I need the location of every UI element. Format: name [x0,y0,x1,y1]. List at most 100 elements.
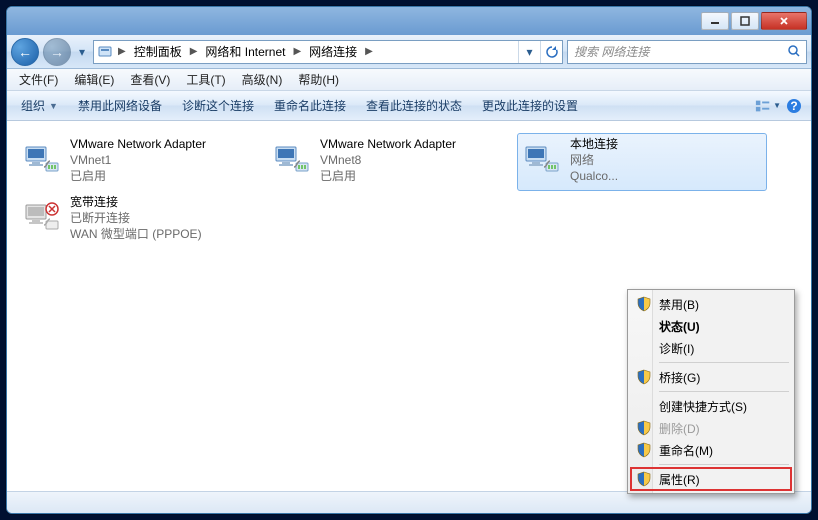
menu-tools[interactable]: 工具(T) [178,69,233,90]
maximize-icon [740,16,750,26]
shield-icon [636,420,652,436]
breadcrumb-sep-icon: ▶ [363,46,375,57]
search-box[interactable]: 搜索 网络连接 [567,40,807,64]
change-settings-button[interactable]: 更改此连接的设置 [472,93,588,118]
connection-text: VMware Network AdapterVMnet1已启用 [70,136,206,188]
close-icon [779,16,789,26]
breadcrumb-sep-icon: ▶ [188,46,200,57]
toolbar-label: 禁用此网络设备 [78,97,162,114]
connection-item[interactable]: VMware Network AdapterVMnet8已启用 [267,133,517,191]
navigation-bar: ← → ▾ ▶ 控制面板 ▶ 网络和 Internet ▶ 网络连接 ▶ ▾ 搜… [7,35,811,69]
context-menu: 禁用(B) 状态(U) 诊断(I) 桥接(G) 创建快捷方式(S) 删除(D) 重命名(M)… [627,289,795,494]
context-menu-separator [659,362,789,363]
network-adapter-icon [270,136,314,180]
shield-icon [636,442,652,458]
context-menu-label: 重命名(M) [659,442,713,459]
connection-line3: 已启用 [320,168,456,184]
chevron-down-icon: ▼ [773,101,781,110]
connection-title: VMware Network Adapter [320,136,456,152]
view-options-button[interactable]: ▼ [755,94,781,118]
menu-edit[interactable]: 编辑(E) [66,69,122,90]
close-button[interactable] [761,12,807,30]
status-bar [7,491,811,513]
breadcrumb-item[interactable]: 网络连接 [303,41,363,63]
context-menu-label: 桥接(G) [659,369,700,386]
context-menu-item[interactable]: 诊断(I) [631,337,791,359]
forward-button[interactable]: → [43,38,71,66]
arrow-right-icon: → [50,44,64,60]
history-dropdown[interactable]: ▾ [75,42,89,62]
connection-line3: 已启用 [70,168,206,184]
address-dropdown[interactable]: ▾ [518,41,540,63]
context-menu-separator [659,391,789,392]
context-menu-item[interactable]: 创建快捷方式(S) [631,395,791,417]
context-menu-label: 状态(U) [659,318,700,335]
context-menu-label: 删除(D) [659,420,700,437]
connection-item[interactable]: 宽带连接已断开连接WAN 微型端口 (PPPOE) [17,191,267,249]
search-icon [786,45,802,58]
connection-text: VMware Network AdapterVMnet8已启用 [320,136,456,188]
back-button[interactable]: ← [11,38,39,66]
context-menu-item[interactable]: 桥接(G) [631,366,791,388]
menu-view[interactable]: 查看(V) [122,69,178,90]
refresh-button[interactable] [540,41,562,63]
breadcrumb-sep-icon: ▶ [291,46,303,57]
explorer-window: ← → ▾ ▶ 控制面板 ▶ 网络和 Internet ▶ 网络连接 ▶ ▾ 搜… [6,6,812,514]
context-menu-item[interactable]: 禁用(B) [631,293,791,315]
rename-button[interactable]: 重命名此连接 [264,93,356,118]
address-bar[interactable]: ▶ 控制面板 ▶ 网络和 Internet ▶ 网络连接 ▶ ▾ [93,40,563,64]
network-adapter-icon [20,136,64,180]
svg-text:?: ? [790,99,797,113]
disable-device-button[interactable]: 禁用此网络设备 [68,93,172,118]
connection-title: 本地连接 [570,136,618,152]
toolbar-label: 查看此连接的状态 [366,97,462,114]
minimize-button[interactable] [701,12,729,30]
organize-button[interactable]: 组织▼ [11,93,68,118]
network-adapter-icon [20,194,64,238]
connection-text: 本地连接网络Qualco... [570,136,618,188]
context-menu-item: 删除(D) [631,417,791,439]
chevron-down-icon: ▼ [49,101,58,111]
help-button[interactable]: ? [781,94,807,118]
connection-item[interactable]: 本地连接网络Qualco... [517,133,767,191]
context-menu-separator [659,464,789,465]
breadcrumb-item[interactable]: 网络和 Internet [199,41,291,63]
menu-bar: 文件(F) 编辑(E) 查看(V) 工具(T) 高级(N) 帮助(H) [7,69,811,91]
toolbar-label: 重命名此连接 [274,97,346,114]
context-menu-label: 禁用(B) [659,296,699,313]
help-icon: ? [786,98,802,114]
shield-icon [636,471,652,487]
minimize-icon [710,16,720,26]
diagnose-button[interactable]: 诊断这个连接 [172,93,264,118]
context-menu-item[interactable]: 属性(R) [631,468,791,490]
context-menu-item[interactable]: 状态(U) [631,315,791,337]
menu-file[interactable]: 文件(F) [11,69,66,90]
connection-line3: WAN 微型端口 (PPPOE) [70,226,202,242]
view-icon [755,99,771,113]
command-bar: 组织▼ 禁用此网络设备 诊断这个连接 重命名此连接 查看此连接的状态 更改此连接… [7,91,811,121]
arrow-left-icon: ← [18,44,32,60]
menu-help[interactable]: 帮助(H) [290,69,347,90]
context-menu-item[interactable]: 重命名(M) [631,439,791,461]
connection-title: 宽带连接 [70,194,202,210]
breadcrumb-item[interactable]: 控制面板 [128,41,188,63]
shield-icon [636,296,652,312]
connection-title: VMware Network Adapter [70,136,206,152]
connection-item[interactable]: VMware Network AdapterVMnet1已启用 [17,133,267,191]
connection-line2: VMnet8 [320,152,456,168]
context-menu-label: 诊断(I) [659,340,694,357]
view-status-button[interactable]: 查看此连接的状态 [356,93,472,118]
connection-line2: 网络 [570,152,618,168]
breadcrumb-sep-icon: ▶ [116,46,128,57]
toolbar-label: 更改此连接的设置 [482,97,578,114]
shield-icon [636,369,652,385]
location-icon [94,44,116,60]
menu-advanced[interactable]: 高级(N) [234,69,291,90]
maximize-button[interactable] [731,12,759,30]
context-menu-label: 属性(R) [659,471,700,488]
connection-line2: 已断开连接 [70,210,202,226]
content-area: VMware Network AdapterVMnet1已启用VMware Ne… [7,121,811,491]
context-menu-label: 创建快捷方式(S) [659,398,747,415]
connection-line2: VMnet1 [70,152,206,168]
connection-text: 宽带连接已断开连接WAN 微型端口 (PPPOE) [70,194,202,246]
